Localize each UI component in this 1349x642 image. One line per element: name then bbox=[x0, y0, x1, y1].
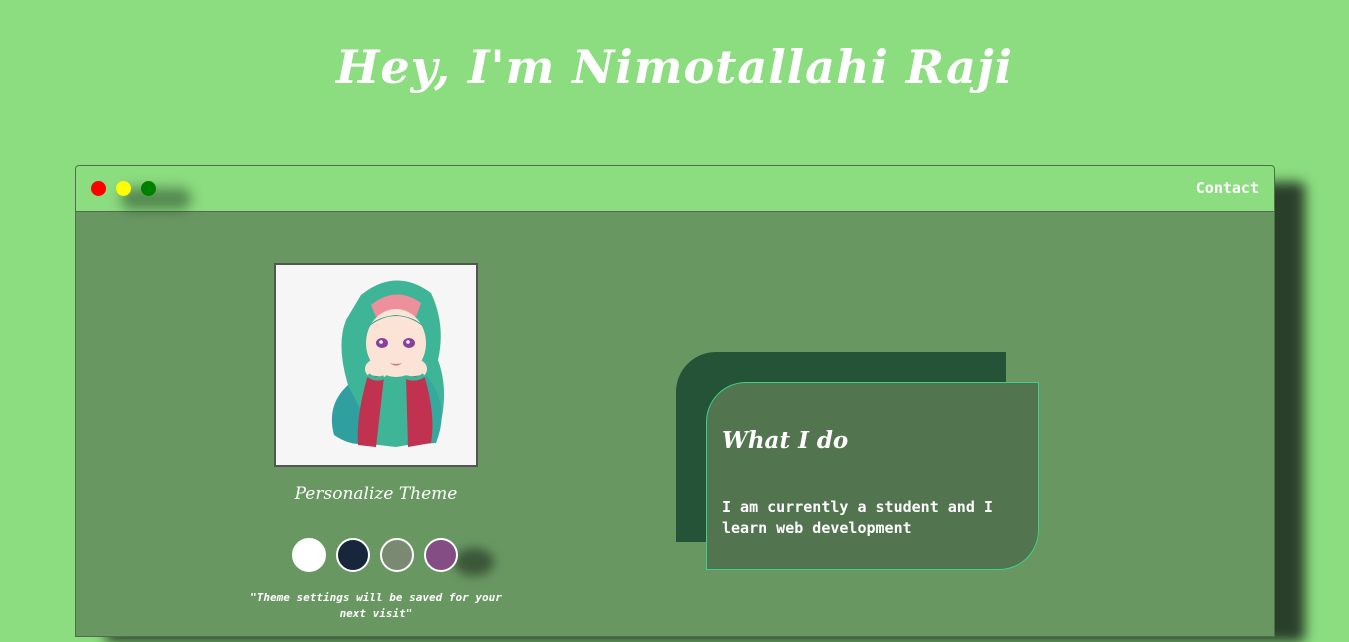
browser-window: Contact Personalize Theme "Theme setting… bbox=[75, 165, 1275, 637]
theme-settings-note: "Theme settings will be saved for your n… bbox=[250, 591, 502, 620]
contact-link[interactable]: Contact bbox=[1196, 179, 1259, 197]
browser-title-bar: Contact bbox=[76, 166, 1274, 212]
avatar-illustration-icon bbox=[331, 280, 445, 447]
window-controls-shadow bbox=[121, 188, 191, 210]
page-title: Hey, I'm Nimotallahi Raji bbox=[335, 40, 1014, 94]
personalize-theme-title: Personalize Theme bbox=[294, 484, 458, 504]
minimize-dot-icon[interactable] bbox=[116, 181, 131, 196]
what-i-do-title: What I do bbox=[722, 427, 849, 454]
theme-swatch-sage[interactable] bbox=[380, 538, 414, 572]
theme-swatch-plum[interactable] bbox=[424, 538, 458, 572]
theme-swatch-navy[interactable] bbox=[336, 538, 370, 572]
what-i-do-text: I am currently a student and I learn web… bbox=[722, 498, 993, 537]
theme-swatch-white[interactable] bbox=[292, 538, 326, 572]
what-i-do-card: What I do I am currently a student and I… bbox=[706, 382, 1039, 570]
theme-swatch-shadow bbox=[454, 548, 494, 576]
profile-picture bbox=[274, 263, 478, 467]
close-dot-icon[interactable] bbox=[91, 181, 106, 196]
maximize-dot-icon[interactable] bbox=[141, 181, 156, 196]
